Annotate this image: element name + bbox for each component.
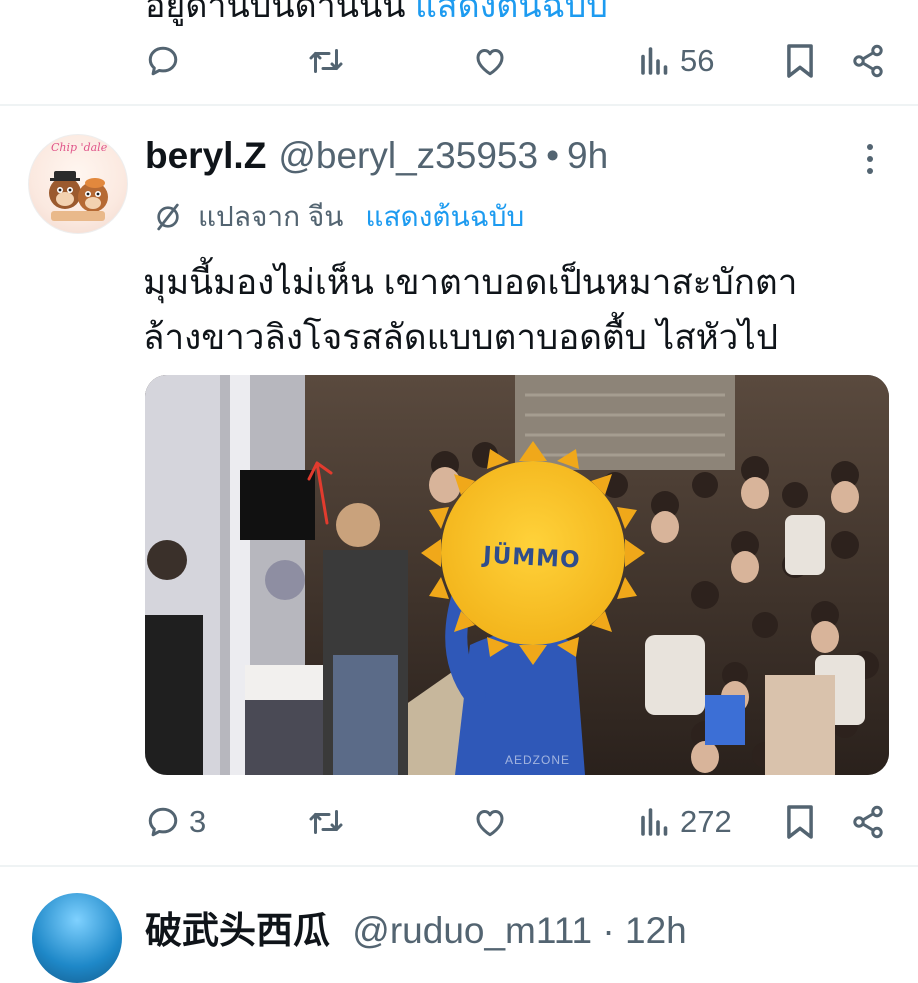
retweet-icon: [306, 43, 346, 79]
show-original-link[interactable]: แสดงต้นฉบับ: [415, 0, 608, 25]
like-button[interactable]: [471, 39, 517, 83]
views-button[interactable]: 56: [638, 39, 714, 83]
tweet-divider: [0, 104, 918, 106]
previous-tweet-actions: 56: [0, 39, 918, 83]
retweet-button[interactable]: [306, 800, 354, 844]
views-icon: [638, 804, 672, 840]
like-icon: [471, 43, 509, 79]
views-count: 272: [680, 804, 732, 839]
like-icon: [471, 804, 509, 840]
share-button[interactable]: [850, 39, 886, 83]
reply-icon: [145, 43, 181, 79]
tweet-text: มุมนี้มองไม่เห็น เขาตาบอดเป็นหมาสะบักตา …: [143, 263, 798, 357]
translation-label: แปลจาก จีน: [198, 201, 344, 232]
views-button[interactable]: 272: [638, 800, 732, 844]
more-icon: [855, 140, 885, 180]
tweet-actions: 3 272: [0, 800, 918, 844]
reply-count: 3: [189, 804, 207, 839]
tweet-media[interactable]: JÜMMO AEDZONE: [145, 375, 889, 775]
like-button[interactable]: [471, 800, 517, 844]
mascot-text: JÜMMO: [482, 542, 582, 574]
views-icon: [638, 43, 672, 79]
share-icon: [850, 804, 886, 840]
retweet-icon: [306, 804, 346, 840]
show-original-link[interactable]: แสดงต้นฉบับ: [365, 195, 524, 239]
display-name[interactable]: beryl.Z: [145, 135, 266, 177]
bookmark-icon: [784, 42, 816, 80]
next-tweet-display-name[interactable]: 破武头西瓜: [145, 910, 330, 951]
share-icon: [850, 43, 886, 79]
bookmark-button[interactable]: [784, 800, 816, 844]
next-tweet-avatar[interactable]: [32, 893, 122, 983]
bookmark-icon: [784, 803, 816, 841]
next-tweet-header: 破武头西瓜 @ruduo_m111 · 12h: [145, 900, 687, 954]
avatar[interactable]: Chip 'dale: [28, 134, 128, 234]
share-button[interactable]: [850, 800, 886, 844]
previous-tweet-text: อยู่ด้านบนด้านนั้น แสดงต้นฉบับ: [145, 0, 608, 32]
bookmark-button[interactable]: [784, 39, 816, 83]
reply-icon: [145, 804, 181, 840]
more-options-button[interactable]: [855, 140, 885, 180]
tweet-header: beryl.Z @beryl_z35953 • 9h: [145, 135, 608, 177]
retweet-button[interactable]: [306, 39, 354, 83]
timestamp[interactable]: 9h: [567, 135, 608, 177]
user-handle[interactable]: @beryl_z35953: [278, 135, 538, 177]
tweet-divider: [0, 865, 918, 867]
translation-row: แปลจาก จีน แสดงต้นฉบับ: [152, 195, 524, 239]
next-tweet-handle[interactable]: @ruduo_m111 · 12h: [352, 910, 686, 951]
reply-button[interactable]: [145, 39, 189, 83]
translate-icon: [152, 201, 184, 233]
media-image: [145, 375, 889, 775]
separator-dot: •: [546, 135, 560, 176]
avatar-logo-text: Chip 'dale: [51, 141, 108, 154]
media-watermark: AEDZONE: [505, 753, 571, 767]
reply-button[interactable]: 3: [145, 800, 206, 844]
